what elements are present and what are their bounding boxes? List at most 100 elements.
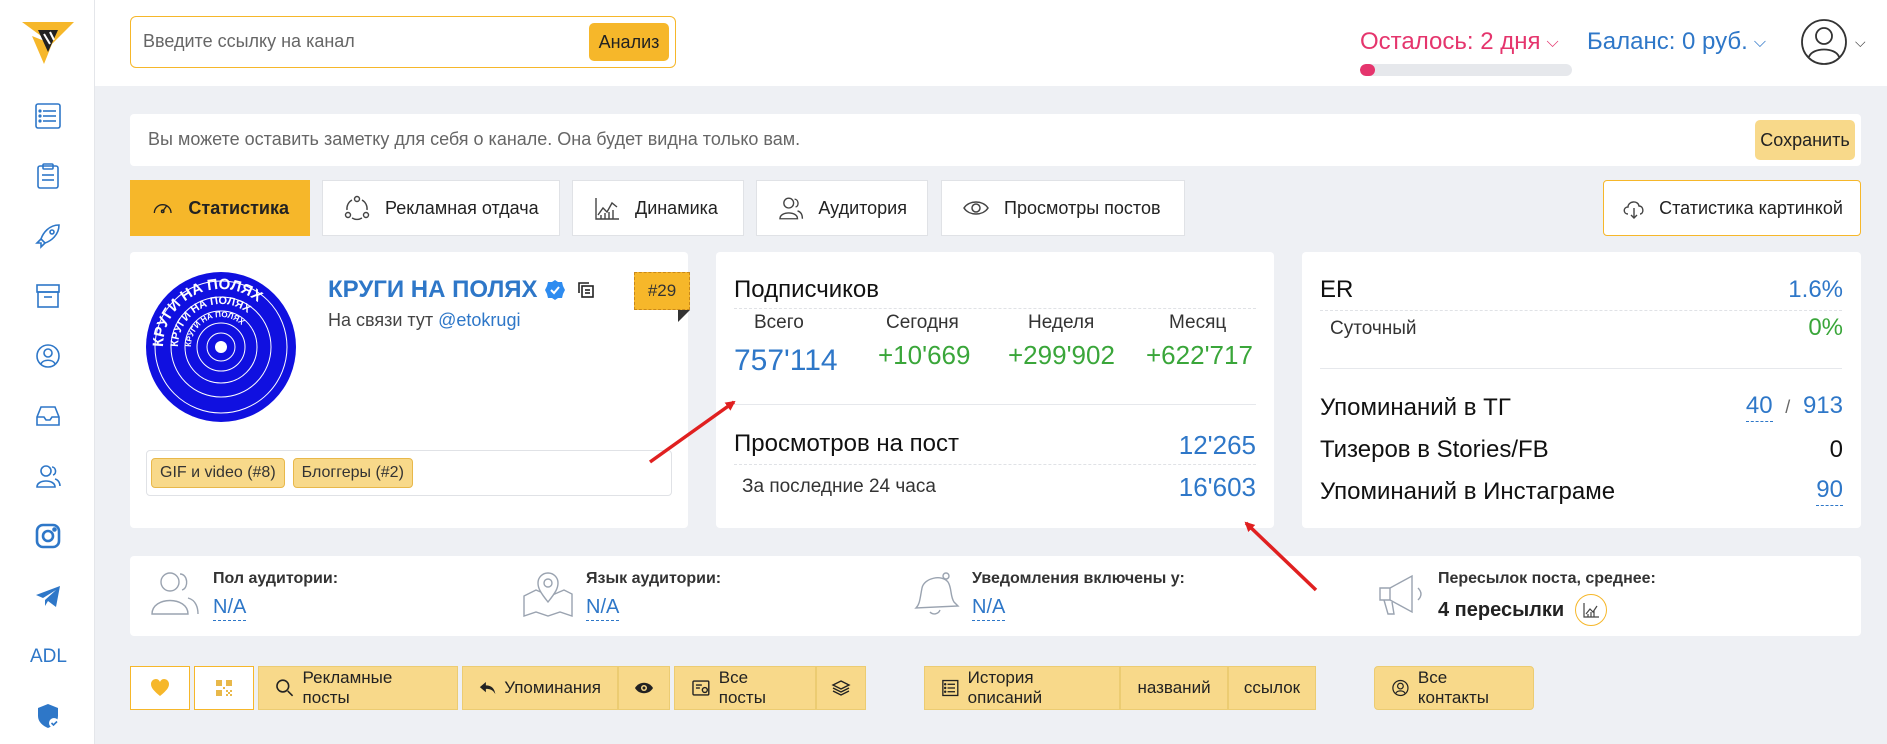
list-icon — [942, 679, 959, 697]
copy-icon[interactable] — [576, 280, 596, 300]
stat-language-value[interactable]: N/A — [586, 596, 620, 621]
engagement-card: ER 1.6% Суточный 0% Упоминаний в ТГ 40 /… — [1302, 252, 1861, 528]
tab-dynamics[interactable]: Динамика — [572, 180, 744, 236]
channel-name[interactable]: КРУГИ НА ПОЛЯХ — [328, 276, 596, 304]
subs-today-value: +10'669 — [878, 340, 971, 370]
balance-text: Баланс: 0 руб. — [1587, 28, 1748, 55]
app-logo[interactable] — [22, 18, 74, 66]
stat-gender-label: Пол аудитории: — [213, 570, 339, 587]
channel-title: КРУГИ НА ПОЛЯХ — [328, 276, 538, 303]
ad-posts-button[interactable]: Рекламные посты — [258, 666, 458, 710]
tab-ad-return[interactable]: Рекламная отдача — [322, 180, 560, 236]
mentions-tg-value: 40 / 913 — [1745, 392, 1843, 422]
mentions-button[interactable]: Упоминания — [462, 666, 618, 710]
search-icon — [276, 679, 294, 697]
views-per-post-value: 12'265 — [1178, 430, 1256, 460]
subs-total-value: 757'114 — [734, 344, 838, 377]
stat-notifications-value[interactable]: N/A — [972, 596, 1006, 621]
tab-label: Просмотры постов — [1004, 197, 1161, 218]
megaphone-icon — [1379, 574, 1422, 615]
subscribers-title: Подписчиков — [734, 276, 879, 303]
mentions-tg-total: 913 — [1802, 392, 1843, 419]
chevron-down-icon: ⌵ — [1753, 33, 1766, 51]
links-history-button[interactable]: ссылок — [1228, 666, 1316, 710]
clipboard-icon[interactable] — [32, 160, 64, 192]
all-posts-layers-button[interactable] — [816, 666, 866, 710]
rank-badge[interactable]: #29 — [634, 272, 690, 310]
cloud-download-icon — [1623, 201, 1644, 219]
posts-icon — [692, 680, 710, 696]
subs-month-label: Месяц — [1169, 312, 1227, 333]
mentions-views-button[interactable] — [618, 666, 670, 710]
list-icon[interactable] — [32, 100, 64, 132]
chart-icon — [1583, 603, 1599, 618]
inbox-icon[interactable] — [32, 400, 64, 432]
trial-remaining[interactable]: Осталось: 2 дня ⌵ — [1360, 28, 1559, 56]
favorite-button[interactable] — [130, 666, 190, 710]
subs-week-label: Неделя — [1028, 312, 1095, 333]
top-bar: Анализ Осталось: 2 дня⌵ Баланс: 0 руб.⌵ … — [95, 0, 1887, 86]
channel-link-input[interactable] — [143, 17, 583, 65]
tab-post-views[interactable]: Просмотры постов — [941, 180, 1185, 236]
subs-month-value: +622'717 — [1146, 340, 1253, 370]
qr-code-button[interactable] — [194, 666, 254, 710]
divider — [1320, 310, 1842, 311]
shield-check-icon[interactable] — [32, 700, 64, 732]
forwards-chart-button[interactable] — [1574, 594, 1607, 626]
mentions-ig-count[interactable]: 90 — [1816, 476, 1843, 506]
er-value: 1.6% — [1788, 276, 1843, 303]
chevron-down-icon: ⌵ — [1546, 33, 1559, 51]
users-icon[interactable] — [32, 460, 64, 492]
contacts-icon — [1392, 679, 1409, 697]
chevron-down-icon[interactable]: ⌵ — [1855, 34, 1866, 51]
speedometer-icon — [153, 204, 172, 214]
er-label: ER — [1320, 276, 1354, 303]
views-per-post-label: Просмотров на пост — [734, 430, 959, 457]
views-24h-label: За последние 24 часа — [742, 476, 936, 497]
tag-gif-video[interactable]: GIF и video (#8) — [151, 458, 285, 488]
tab-statistics[interactable]: Статистика — [130, 180, 310, 236]
views-24h-value: 16'603 — [1178, 472, 1256, 502]
mentions-tg-count[interactable]: 40 — [1745, 392, 1773, 422]
all-contacts-button[interactable]: Все контакты — [1374, 666, 1534, 710]
image-stats-button[interactable]: Статистика картинкой — [1603, 180, 1861, 236]
telegram-icon[interactable] — [32, 580, 64, 612]
all-contacts-label: Все контакты — [1417, 668, 1490, 707]
instagram-icon[interactable] — [32, 520, 64, 552]
teasers-value: 0 — [1829, 436, 1843, 463]
tab-label: Динамика — [635, 197, 718, 218]
stat-forwards: Пересылок поста, среднее: 4 пересылки — [1438, 570, 1656, 628]
divider — [734, 404, 1256, 405]
eye-icon — [963, 201, 989, 215]
subs-week-value: +299'902 — [1008, 340, 1115, 370]
rocket-icon[interactable] — [32, 220, 64, 252]
tab-audience[interactable]: Аудитория — [756, 180, 928, 236]
description-history-button[interactable]: История описаний — [924, 666, 1120, 710]
stat-gender-value[interactable]: N/A — [213, 596, 247, 621]
note-input[interactable]: Вы можете оставить заметку для себя о ка… — [148, 129, 800, 150]
mentions-tg-label: Упоминаний в ТГ — [1320, 394, 1511, 421]
stat-notifications-label: Уведомления включены у: — [972, 570, 1185, 587]
trial-progress-fill — [1360, 64, 1375, 76]
balance[interactable]: Баланс: 0 руб. ⌵ — [1587, 28, 1766, 56]
names-history-button[interactable]: названий — [1120, 666, 1228, 710]
archive-icon[interactable] — [32, 280, 64, 312]
tab-label: Аудитория — [818, 197, 907, 218]
globe-user-icon[interactable] — [32, 340, 64, 372]
tab-label: Рекламная отдача — [385, 197, 539, 218]
contact-handle-link[interactable]: @etokrugi — [438, 310, 520, 330]
tag-bloggers[interactable]: Блоггеры (#2) — [292, 458, 413, 488]
user-avatar-icon[interactable] — [1800, 18, 1848, 66]
all-posts-button[interactable]: Все посты — [674, 666, 816, 710]
save-note-button[interactable]: Сохранить — [1755, 120, 1855, 160]
sidebar-item-adl[interactable]: ADL — [30, 646, 67, 668]
stat-gender: Пол аудитории: N/A — [213, 570, 338, 621]
contact-prefix: На связи тут — [328, 310, 434, 330]
analyze-button[interactable]: Анализ — [589, 23, 669, 61]
divider — [734, 464, 1256, 465]
mentions-label: Упоминания — [504, 678, 601, 697]
mentions-ig-label: Упоминаний в Инстаграме — [1320, 478, 1616, 505]
subscribers-card: Подписчиков Всего Сегодня Неделя Месяц 7… — [716, 252, 1274, 528]
tab-label: Статистика — [188, 197, 289, 218]
ad-posts-label: Рекламные посты — [302, 668, 393, 707]
